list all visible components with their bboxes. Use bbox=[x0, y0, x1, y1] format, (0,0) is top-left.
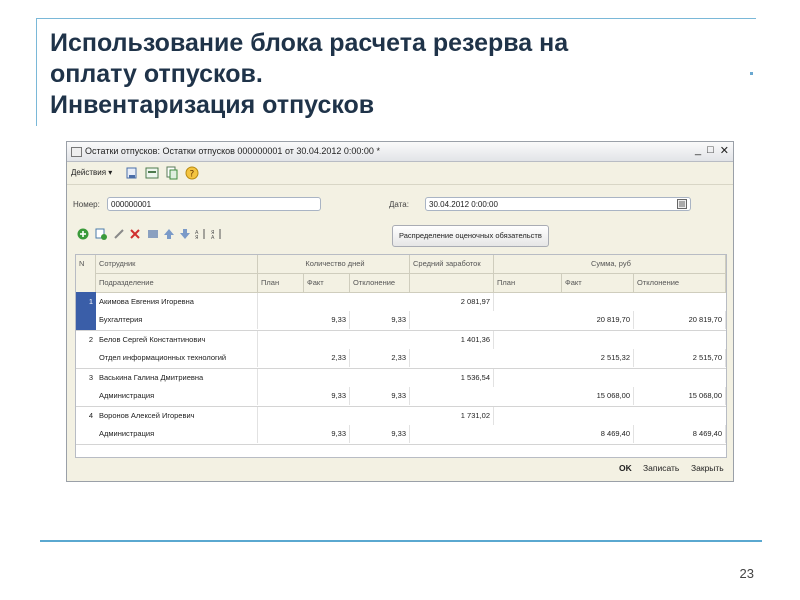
maximize-icon[interactable]: □ bbox=[707, 144, 714, 157]
sum-fact-cell[interactable]: 15 068,00 bbox=[562, 387, 634, 405]
row-number[interactable]: 2 bbox=[76, 331, 96, 349]
dept-cell[interactable]: Администрация bbox=[96, 387, 258, 405]
title-line-3: Инвентаризация отпусков bbox=[50, 91, 375, 119]
fact-cell[interactable]: 9,33 bbox=[304, 387, 350, 405]
structure-icon[interactable] bbox=[145, 166, 159, 180]
document-window: Остатки отпусков: Остатки отпусков 00000… bbox=[66, 141, 734, 482]
ok-button[interactable]: OK bbox=[619, 463, 632, 473]
calendar-icon[interactable] bbox=[677, 199, 687, 211]
employee-cell[interactable]: Васькина Галина Дмитриевна bbox=[96, 369, 258, 387]
col-header-sum[interactable]: Сумма, руб bbox=[494, 255, 726, 274]
date-field[interactable]: 30.04.2012 0:00:00 bbox=[425, 197, 691, 211]
post-doc-icon[interactable] bbox=[125, 166, 139, 180]
close-button[interactable]: Закрыть bbox=[691, 463, 724, 473]
col-header-avg-salary[interactable]: Средний заработок bbox=[410, 255, 494, 274]
svg-text:А: А bbox=[211, 235, 215, 240]
actions-menu[interactable]: Действия ▾ bbox=[71, 168, 112, 177]
left-decor-line bbox=[36, 18, 37, 126]
page-number: 23 bbox=[739, 566, 754, 581]
col-header-deviation[interactable]: Отклонение bbox=[350, 274, 410, 293]
sum-deviation-cell[interactable]: 2 515,70 bbox=[634, 349, 726, 367]
sum-deviation-cell[interactable]: 8 469,40 bbox=[634, 425, 726, 443]
col-header-employee[interactable]: Сотрудник bbox=[96, 255, 258, 274]
avg-salary-cell[interactable]: 1 731,02 bbox=[410, 407, 494, 425]
move-down-icon[interactable] bbox=[179, 228, 191, 240]
window-footer: OK Записать Закрыть bbox=[67, 457, 733, 481]
minimize-icon[interactable]: _ bbox=[695, 144, 701, 157]
bottom-decor-line bbox=[40, 540, 762, 542]
sum-deviation-cell[interactable]: 15 068,00 bbox=[634, 387, 726, 405]
row-number[interactable]: 4 bbox=[76, 407, 96, 425]
deviation-cell[interactable]: 9,33 bbox=[350, 387, 410, 405]
fact-cell[interactable]: 9,33 bbox=[304, 425, 350, 443]
row-separator bbox=[76, 444, 726, 445]
sum-fact-cell[interactable]: 8 469,40 bbox=[562, 425, 634, 443]
vacation-table: N Сотрудник Количество дней Средний зара… bbox=[75, 254, 727, 458]
employee-cell[interactable]: Акимова Евгения Игоревна bbox=[96, 293, 258, 311]
dept-cell[interactable]: Бухгалтерия bbox=[96, 311, 258, 329]
sort-asc-icon[interactable]: АЯ bbox=[195, 228, 207, 241]
window-titlebar: Остатки отпусков: Остатки отпусков 00000… bbox=[67, 142, 733, 162]
number-label: Номер: bbox=[73, 200, 100, 209]
top-decor-line bbox=[36, 18, 756, 19]
window-title: Остатки отпусков: Остатки отпусков 00000… bbox=[85, 146, 380, 156]
title-line-1: Использование блока расчета резерва на bbox=[50, 29, 569, 57]
end-edit-icon[interactable] bbox=[147, 228, 159, 240]
dept-cell[interactable]: Отдел информационных технологий bbox=[96, 349, 258, 367]
svg-text:?: ? bbox=[190, 170, 195, 180]
fact-cell[interactable]: 9,33 bbox=[304, 311, 350, 329]
sort-desc-icon[interactable]: ЯА bbox=[211, 228, 223, 241]
col-header-sum-deviation[interactable]: Отклонение bbox=[634, 274, 726, 293]
svg-text:Я: Я bbox=[195, 235, 198, 240]
col-header-days[interactable]: Количество дней bbox=[258, 255, 410, 274]
number-field[interactable]: 000000001 bbox=[107, 197, 321, 211]
copy-row-icon[interactable] bbox=[95, 228, 107, 240]
col-header-n[interactable]: N bbox=[76, 255, 96, 293]
avg-salary-cell[interactable]: 1 401,36 bbox=[410, 331, 494, 349]
fact-cell[interactable]: 2,33 bbox=[304, 349, 350, 367]
avg-salary-cell[interactable]: 2 081,97 bbox=[410, 293, 494, 311]
sum-fact-cell[interactable]: 20 819,70 bbox=[562, 311, 634, 329]
avg-salary-cell[interactable]: 1 536,54 bbox=[410, 369, 494, 387]
distribute-obligations-button[interactable]: Распределение оценочных обязательств bbox=[392, 225, 549, 247]
deviation-cell[interactable]: 9,33 bbox=[350, 311, 410, 329]
window-icon bbox=[71, 147, 82, 157]
dept-cell[interactable]: Администрация bbox=[96, 425, 258, 443]
col-header-plan[interactable]: План bbox=[258, 274, 304, 293]
employee-cell[interactable]: Воронов Алексей Игоревич bbox=[96, 407, 258, 425]
window-controls: _ □ ✕ bbox=[695, 144, 729, 157]
decor-dot bbox=[750, 72, 753, 75]
employee-cell[interactable]: Белов Сергей Константинович bbox=[96, 331, 258, 349]
toolbar: Действия ▾ ? bbox=[67, 162, 733, 185]
row-number[interactable]: 1 bbox=[76, 293, 96, 311]
col-header-fact[interactable]: Факт bbox=[304, 274, 350, 293]
col-header-sum-fact[interactable]: Факт bbox=[562, 274, 634, 293]
copy-doc-icon[interactable] bbox=[165, 166, 179, 180]
deviation-cell[interactable]: 9,33 bbox=[350, 425, 410, 443]
edit-row-icon[interactable] bbox=[113, 228, 125, 240]
title-line-2: оплату отпусков. bbox=[50, 60, 263, 88]
col-header-sum-plan[interactable]: План bbox=[494, 274, 562, 293]
delete-row-icon[interactable] bbox=[129, 228, 141, 240]
close-icon[interactable]: ✕ bbox=[720, 144, 729, 157]
sum-deviation-cell[interactable]: 20 819,70 bbox=[634, 311, 726, 329]
sum-fact-cell[interactable]: 2 515,32 bbox=[562, 349, 634, 367]
slide-title: Использование блока расчета резерва на о… bbox=[50, 28, 750, 121]
move-up-icon[interactable] bbox=[163, 228, 175, 240]
add-row-icon[interactable] bbox=[77, 228, 89, 240]
save-button[interactable]: Записать bbox=[643, 463, 679, 473]
help-icon[interactable]: ? bbox=[185, 166, 199, 180]
col-header-avg-blank bbox=[410, 274, 494, 293]
deviation-cell[interactable]: 2,33 bbox=[350, 349, 410, 367]
col-header-dept[interactable]: Подразделение bbox=[96, 274, 258, 293]
date-label: Дата: bbox=[389, 200, 409, 209]
row-number[interactable]: 3 bbox=[76, 369, 96, 387]
